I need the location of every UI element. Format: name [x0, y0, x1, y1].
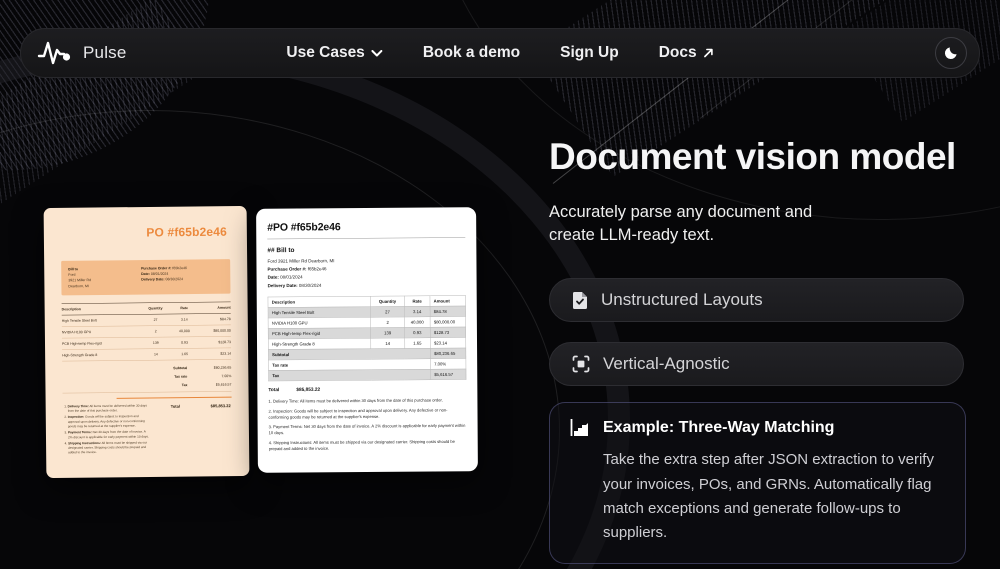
delivery-date-value: 08/30/2024 [299, 283, 322, 288]
date-label: Date: [268, 275, 279, 280]
po-term: Inspection: Goods will be subject to ins… [268, 407, 466, 420]
moon-icon [943, 45, 959, 61]
bar-chart-icon [570, 418, 590, 437]
po-table-row: High-Strength Grade 8 14 1.65 $23.14 [62, 348, 231, 361]
po-term: Inspection: Goods will be subject to ins… [68, 414, 149, 429]
theme-toggle-button[interactable] [935, 37, 967, 69]
nav-item-label: Use Cases [286, 44, 364, 62]
po-billing-box: Bill to Ford 3921 Miller Rd Dearborn, MI… [61, 259, 230, 295]
col-header: Quantity [139, 307, 171, 311]
total-value: $85,853.22 [211, 403, 232, 455]
chevron-down-icon [372, 50, 383, 57]
subtotal-value: $80,236.65 [200, 366, 231, 370]
total-label: Total [171, 404, 181, 456]
po-md-bill-to: ## Bill to [267, 245, 465, 254]
nav-item-docs[interactable]: Docs [659, 44, 714, 62]
nav-item-use-cases[interactable]: Use Cases [286, 44, 382, 62]
po-terms-list: Delivery Time: All items must be deliver… [63, 403, 150, 456]
po-term: Shipping Instructions: All items must be… [269, 439, 467, 452]
po-md-table: Description Quantity Rate Amount High Te… [268, 295, 467, 381]
feature-label: Unstructured Layouts [601, 290, 763, 310]
date-label: Date: [141, 273, 150, 277]
pulse-logo[interactable]: Pulse [37, 38, 127, 68]
document-po-original-content: PO #f65b2e46 Bill to Ford 3921 Miller Rd… [44, 206, 250, 470]
example-card: Example: Three-Way Matching Take the ext… [549, 402, 966, 563]
total-label: Total [268, 387, 279, 393]
document-po-original: PO #f65b2e46 Bill to Ford 3921 Miller Rd… [44, 206, 250, 478]
po-term: Shipping Instructions: All items must be… [68, 440, 149, 455]
po-number-label: Purchase Order #: [141, 267, 171, 271]
example-body: Take the extra step after JSON extractio… [603, 448, 943, 545]
nav-item-sign-up[interactable]: Sign Up [560, 44, 619, 62]
po-number-label: Purchase Order #: [267, 267, 306, 272]
divider [117, 396, 232, 398]
feature-pill-unstructured-layouts[interactable]: Unstructured Layouts [549, 278, 964, 322]
divider [267, 237, 465, 239]
pulse-waveform-icon [37, 38, 73, 68]
po-total: Total $85,853.22 [268, 386, 466, 393]
feature-label: Vertical-Agnostic [603, 354, 730, 374]
page-title: Document vision model [549, 136, 967, 179]
scan-frame-icon [572, 355, 590, 373]
col-header: Description [62, 307, 140, 311]
total-value: $85,853.22 [296, 387, 320, 393]
po-tax-row: Tax $5,616.57 [268, 369, 466, 381]
subtotal-label: Subtotal [173, 366, 187, 370]
po-term: Payment Terms: Net 30 days from the date… [68, 430, 149, 440]
tax-value: $5,616.57 [200, 383, 231, 387]
hero-subtitle: Accurately parse any document and create… [549, 201, 849, 249]
nav-item-label: Docs [659, 44, 697, 62]
nav-item-label: Sign Up [560, 44, 619, 62]
tax-label: Tax [182, 383, 188, 387]
col-header: Rate [171, 306, 196, 310]
col-header: Amount [197, 306, 231, 310]
feature-pill-vertical-agnostic[interactable]: Vertical-Agnostic [549, 342, 964, 386]
po-title: PO #f65b2e46 [61, 225, 230, 241]
document-po-parsed-content: #PO #f65b2e46 ## Bill to Ford 3921 Mille… [256, 207, 478, 469]
nav-links: Use Cases Book a demo Sign Up Docs [286, 44, 713, 62]
document-po-parsed: #PO #f65b2e46 ## Bill to Ford 3921 Mille… [256, 207, 478, 473]
delivery-date-value: 08/30/2024 [166, 278, 184, 282]
brand-name: Pulse [83, 43, 127, 63]
nav-item-label: Book a demo [423, 44, 520, 62]
delivery-date-label: Delivery Date: [268, 283, 298, 288]
po-md-title: #PO #f65b2e46 [267, 220, 465, 233]
external-link-icon [704, 48, 714, 58]
example-title: Example: Three-Way Matching [603, 419, 834, 437]
delivery-date-label: Delivery Date: [141, 278, 164, 282]
hero-section: Document vision model Accurately parse a… [549, 136, 967, 564]
date-value: 08/01/2024 [280, 275, 303, 280]
navbar: Pulse Use Cases Book a demo Sign Up Docs [20, 28, 980, 78]
po-total: Total $85,853.22 [158, 402, 233, 455]
date-value: 08/01/2024 [151, 272, 169, 276]
po-term: Delivery Time: All items must be deliver… [68, 403, 149, 413]
tax-rate-label: Tax rate [174, 375, 187, 379]
document-check-icon [572, 291, 588, 310]
po-table: Description Quantity Rate Amount High Te… [62, 301, 232, 361]
address-line: Dearborn, MI [68, 283, 141, 289]
po-summary: Subtotal $80,236.65 Tax rate 7.00% Tax $5,6… [62, 363, 231, 393]
nav-item-book-a-demo[interactable]: Book a demo [423, 44, 520, 62]
po-terms-list: Delivery Time: All items must be deliver… [268, 397, 466, 452]
po-term: Payment Terms: Net 30 days from the date… [269, 423, 467, 436]
po-number: f65b2e46 [172, 267, 187, 271]
po-number: f65b2e46 [308, 266, 327, 271]
background-decoration [0, 0, 210, 170]
po-term: Delivery Time: All items must be deliver… [268, 397, 466, 404]
tax-rate-value: 7.00% [200, 374, 231, 378]
